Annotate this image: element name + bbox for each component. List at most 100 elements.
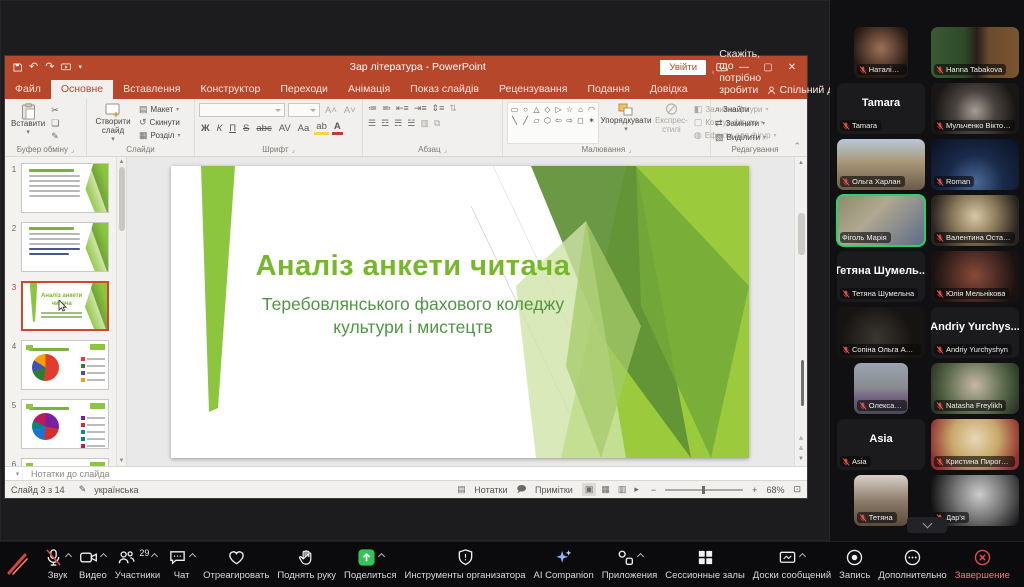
align-center-icon[interactable]: ☲ [380, 118, 390, 129]
shape-icon[interactable]: ⇦ [553, 115, 564, 126]
replace-button[interactable]: Замінити [726, 119, 760, 128]
dialog-launcher-icon[interactable]: ⌟ [71, 147, 74, 154]
current-slide[interactable]: Аналіз анкети читача Теребовлянського фа… [171, 166, 749, 458]
shape-icon[interactable]: ○ [520, 104, 531, 115]
change-case-button[interactable]: Aa [296, 123, 312, 134]
ppt-tab-Анімація[interactable]: Анімація [338, 80, 400, 99]
chevron-up-icon[interactable] [65, 553, 72, 560]
notes-toggle[interactable]: ▤ Нотатки [457, 484, 507, 495]
participant-tile[interactable]: Natasha Freylikh [931, 363, 1019, 414]
increase-indent-icon[interactable]: ⇥≡ [413, 103, 428, 114]
participant-tile[interactable]: Hanna Tabakova [931, 27, 1019, 78]
mic-muted-button[interactable]: Звук [44, 548, 71, 581]
align-right-icon[interactable]: ☴ [393, 118, 403, 129]
chevron-up-icon[interactable] [799, 553, 806, 560]
ppt-tab-Подання[interactable]: Подання [577, 80, 639, 99]
participant-tile[interactable]: Фіголь Марія [837, 195, 925, 246]
slideshow-view-button[interactable]: ▸ [631, 483, 642, 496]
font-color-button[interactable]: A [332, 121, 343, 135]
chevron-up-icon[interactable] [378, 553, 385, 560]
shape-icon[interactable]: ✶ [586, 115, 597, 126]
participant-tile[interactable]: Наталія Рула [854, 27, 909, 78]
zoom-in-button[interactable]: + [752, 485, 757, 495]
text-direction-icon[interactable]: ⇅ [448, 103, 458, 114]
shape-icon[interactable]: ⇨ [564, 115, 575, 126]
slide-thumbnail-2[interactable] [21, 222, 109, 272]
fit-to-window-icon[interactable]: ⊡ [793, 484, 801, 495]
font-size-select[interactable] [288, 103, 320, 117]
select-button[interactable]: Виділити [727, 133, 761, 142]
share-screen-button[interactable]: Поделиться [344, 548, 396, 581]
paste-button[interactable]: Вставити▾ [9, 102, 47, 144]
char-spacing-button[interactable]: AV [277, 123, 293, 134]
participant-tile[interactable]: Кристина Пирогова [931, 419, 1019, 470]
layout-button[interactable]: Макет [151, 105, 174, 114]
numbering-icon[interactable]: ≕ [381, 103, 392, 114]
participant-tile[interactable]: Валентина Остапчук [931, 195, 1019, 246]
sparkle-button[interactable]: AI Companion [534, 548, 594, 581]
zoom-out-button[interactable]: − [651, 485, 656, 495]
shape-icon[interactable]: ╱ [520, 115, 531, 126]
participant-tile[interactable]: Roman [931, 139, 1019, 190]
shape-icon[interactable]: ◠ [586, 104, 597, 115]
shape-icon[interactable]: ⬡ [542, 115, 553, 126]
dialog-launcher-icon[interactable]: ⌟ [628, 147, 631, 154]
participant-tile[interactable]: TamaraTamara [837, 83, 925, 134]
heart-button[interactable]: Отреагировать [203, 548, 269, 581]
new-slide-button[interactable]: Створити слайд▾ [91, 102, 135, 144]
strikethrough-abc-button[interactable]: abc [254, 123, 273, 134]
participant-tile[interactable]: Юлія Мельнікова [931, 251, 1019, 302]
shrink-font-icon[interactable]: A˅ [342, 105, 358, 116]
shape-icon[interactable]: △ [531, 104, 542, 115]
shield-button[interactable]: Инструменты организатора [404, 548, 525, 581]
record-button[interactable]: Запись [839, 548, 870, 581]
slide-title[interactable]: Аналіз анкети читача [239, 250, 587, 283]
bullets-icon[interactable]: ≔ [367, 103, 378, 114]
sidebar-resize-handle[interactable] [801, 360, 804, 406]
slide-subtitle[interactable]: Теребовлянського фахового коледжу культу… [239, 293, 587, 339]
font-name-select[interactable] [199, 103, 285, 117]
smartart-icon[interactable]: ⧉ [433, 118, 441, 129]
shape-icon[interactable]: ▷ [553, 104, 564, 115]
more-participants-button[interactable] [907, 517, 947, 533]
ppt-tab-Файл[interactable]: Файл [5, 80, 51, 99]
shape-icon[interactable]: ⌂ [575, 104, 586, 115]
ppt-tab-Довідка[interactable]: Довідка [640, 80, 698, 99]
normal-view-button[interactable]: ▣ [582, 483, 597, 496]
chevron-up-icon[interactable] [100, 553, 107, 560]
chevron-up-icon[interactable] [151, 553, 158, 560]
line-spacing-icon[interactable]: ⇕≡ [431, 103, 446, 114]
participant-tile[interactable]: Ольга Харлан [837, 139, 925, 190]
ppt-tab-Вставлення[interactable]: Вставлення [113, 80, 190, 99]
thumbnail-scrollbar[interactable]: ▲ ▼ [116, 157, 126, 466]
reset-button[interactable]: Скинути [150, 118, 180, 127]
annotation-pen-icon[interactable] [5, 549, 31, 577]
reading-view-button[interactable]: ▥ [615, 483, 630, 496]
italic-button[interactable]: К [215, 123, 225, 134]
raise-hand-button[interactable]: Поднять руку [277, 548, 336, 581]
proofing-icon[interactable]: ✎ [79, 484, 87, 495]
arrange-button[interactable]: Упорядкувати▾ [603, 102, 649, 144]
ppt-tab-Показ слайдів[interactable]: Показ слайдів [400, 80, 489, 99]
language-indicator[interactable]: українська [94, 485, 138, 495]
ppt-tab-Основне[interactable]: Основне [51, 80, 113, 99]
slide-thumbnail-5[interactable] [21, 399, 109, 449]
camera-button[interactable]: Видео [79, 548, 107, 581]
bold-button[interactable]: Ж [199, 123, 212, 134]
participant-tile[interactable]: Мульченко Вікторія [931, 83, 1019, 134]
close-button[interactable]: ✕ [785, 62, 799, 73]
comments-toggle[interactable]: 🗩 Примітки [517, 482, 573, 498]
sign-in-button[interactable]: Увійти [660, 60, 706, 75]
chevron-up-icon[interactable] [189, 553, 196, 560]
find-button[interactable]: Знайти [723, 105, 749, 114]
collapse-ribbon-icon[interactable]: ⌃ [793, 141, 801, 152]
participants-button[interactable]: 29Участники [115, 548, 160, 581]
participant-tile[interactable]: Andriy Yurchys...Andriy Yurchyshyn [931, 307, 1019, 358]
tell-me-search[interactable]: Скажіть, що потрібно зробити [712, 48, 767, 96]
chevron-up-icon[interactable] [637, 553, 644, 560]
whiteboard-button[interactable]: Доски сообщений [753, 548, 831, 581]
shape-icon[interactable]: ☆ [564, 104, 575, 115]
customize-qat-icon[interactable]: ▾ [78, 64, 82, 71]
participant-tile[interactable]: Олександра [854, 363, 909, 414]
participant-tile[interactable]: Тетяна [854, 475, 909, 526]
